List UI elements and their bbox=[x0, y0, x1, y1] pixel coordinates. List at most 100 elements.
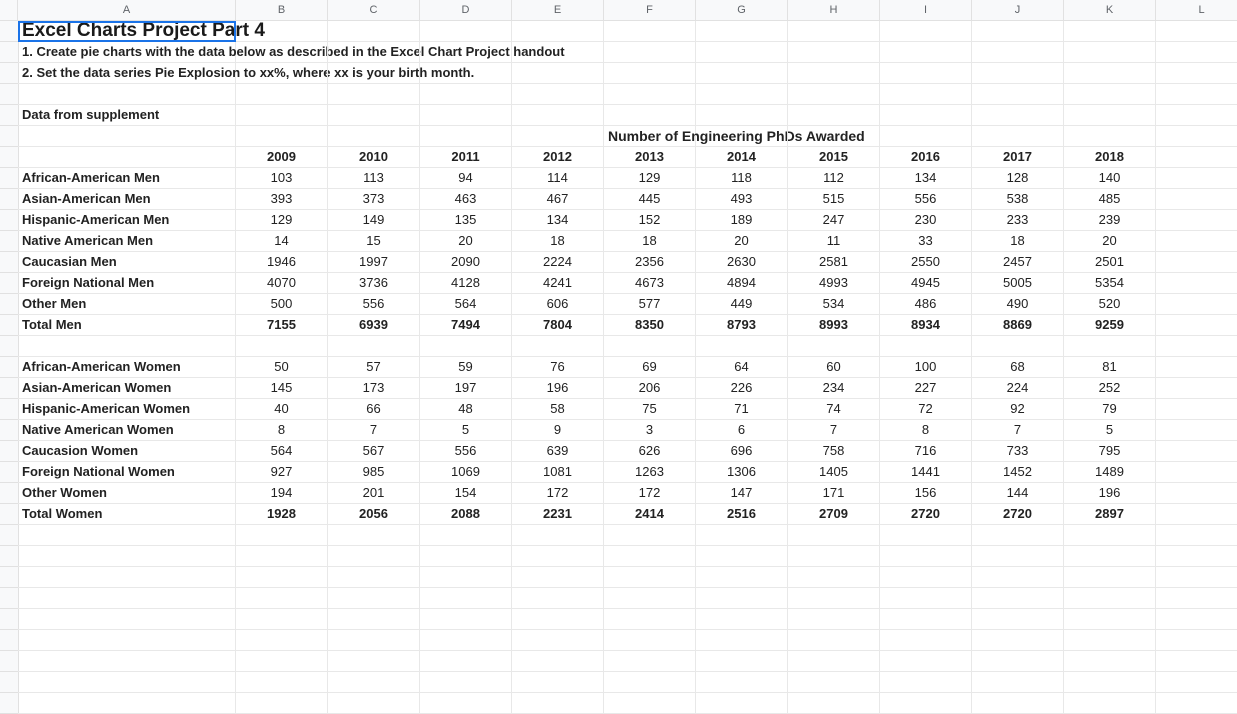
data-cell[interactable]: 7155 bbox=[236, 315, 328, 336]
cell[interactable] bbox=[1156, 525, 1237, 546]
select-all-corner[interactable] bbox=[0, 0, 18, 21]
cell[interactable] bbox=[880, 21, 972, 42]
cell[interactable] bbox=[696, 525, 788, 546]
cell[interactable] bbox=[18, 651, 236, 672]
cell[interactable] bbox=[972, 336, 1064, 357]
cell[interactable] bbox=[328, 42, 420, 63]
cell[interactable] bbox=[604, 546, 696, 567]
cell[interactable] bbox=[880, 84, 972, 105]
cell[interactable] bbox=[604, 630, 696, 651]
data-cell[interactable]: 118 bbox=[696, 168, 788, 189]
cell[interactable] bbox=[1064, 105, 1156, 126]
cell[interactable] bbox=[604, 42, 696, 63]
cell[interactable] bbox=[420, 525, 512, 546]
cell[interactable] bbox=[788, 672, 880, 693]
data-cell[interactable]: 927 bbox=[236, 462, 328, 483]
row-header[interactable] bbox=[0, 546, 19, 567]
data-cell[interactable]: 2224 bbox=[512, 252, 604, 273]
cell[interactable] bbox=[236, 672, 328, 693]
cell[interactable] bbox=[696, 21, 788, 42]
cell[interactable] bbox=[18, 147, 236, 168]
data-cell[interactable]: 140 bbox=[1064, 168, 1156, 189]
data-cell[interactable]: 5354 bbox=[1064, 273, 1156, 294]
cell[interactable] bbox=[1064, 126, 1156, 147]
data-cell[interactable]: 2720 bbox=[880, 504, 972, 525]
data-cell[interactable]: 94 bbox=[420, 168, 512, 189]
col-header-E[interactable]: E bbox=[512, 0, 604, 21]
row-label[interactable]: Asian-American Men bbox=[18, 189, 236, 210]
row-header[interactable] bbox=[0, 567, 19, 588]
data-cell[interactable]: 567 bbox=[328, 441, 420, 462]
data-cell[interactable]: 128 bbox=[972, 168, 1064, 189]
row-header[interactable] bbox=[0, 105, 19, 126]
cell[interactable] bbox=[18, 630, 236, 651]
data-cell[interactable]: 134 bbox=[880, 168, 972, 189]
data-cell[interactable]: 149 bbox=[328, 210, 420, 231]
cell[interactable] bbox=[420, 126, 512, 147]
row-label[interactable]: African-American Women bbox=[18, 357, 236, 378]
data-cell[interactable]: 5005 bbox=[972, 273, 1064, 294]
cell[interactable] bbox=[236, 336, 328, 357]
row-header[interactable] bbox=[0, 420, 19, 441]
data-cell[interactable]: 2356 bbox=[604, 252, 696, 273]
cell[interactable] bbox=[236, 525, 328, 546]
row-label[interactable]: Native American Women bbox=[18, 420, 236, 441]
data-cell[interactable]: 2550 bbox=[880, 252, 972, 273]
data-cell[interactable]: 2897 bbox=[1064, 504, 1156, 525]
data-cell[interactable]: 515 bbox=[788, 189, 880, 210]
data-cell[interactable]: 58 bbox=[512, 399, 604, 420]
data-cell[interactable]: 467 bbox=[512, 189, 604, 210]
data-cell[interactable]: 75 bbox=[604, 399, 696, 420]
data-cell[interactable]: 2720 bbox=[972, 504, 1064, 525]
data-cell[interactable]: 2056 bbox=[328, 504, 420, 525]
cell[interactable] bbox=[604, 525, 696, 546]
data-cell[interactable]: 1306 bbox=[696, 462, 788, 483]
data-cell[interactable]: 252 bbox=[1064, 378, 1156, 399]
row-label[interactable]: Hispanic-American Men bbox=[18, 210, 236, 231]
col-header-G[interactable]: G bbox=[696, 0, 788, 21]
cell[interactable] bbox=[880, 525, 972, 546]
row-label[interactable]: Caucasion Women bbox=[18, 441, 236, 462]
row-header[interactable] bbox=[0, 483, 19, 504]
cell[interactable] bbox=[696, 84, 788, 105]
cell[interactable] bbox=[788, 126, 880, 147]
data-cell[interactable]: 33 bbox=[880, 231, 972, 252]
cell[interactable] bbox=[696, 672, 788, 693]
cell[interactable] bbox=[880, 546, 972, 567]
cell[interactable] bbox=[512, 105, 604, 126]
year-header[interactable]: 2011 bbox=[420, 147, 512, 168]
data-cell[interactable]: 129 bbox=[236, 210, 328, 231]
col-header-I[interactable]: I bbox=[880, 0, 972, 21]
cell[interactable] bbox=[880, 126, 972, 147]
data-cell[interactable]: 194 bbox=[236, 483, 328, 504]
data-cell[interactable]: 172 bbox=[604, 483, 696, 504]
cell[interactable] bbox=[788, 336, 880, 357]
cell[interactable] bbox=[1156, 189, 1237, 210]
cell[interactable] bbox=[696, 63, 788, 84]
cell[interactable] bbox=[328, 21, 420, 42]
data-cell[interactable]: 114 bbox=[512, 168, 604, 189]
data-cell[interactable]: 64 bbox=[696, 357, 788, 378]
data-cell[interactable]: 7 bbox=[788, 420, 880, 441]
cell[interactable] bbox=[1156, 546, 1237, 567]
data-cell[interactable]: 985 bbox=[328, 462, 420, 483]
row-header[interactable] bbox=[0, 231, 19, 252]
year-header[interactable]: 2009 bbox=[236, 147, 328, 168]
cell[interactable] bbox=[788, 588, 880, 609]
data-cell[interactable]: 795 bbox=[1064, 441, 1156, 462]
data-cell[interactable]: 226 bbox=[696, 378, 788, 399]
data-cell[interactable]: 57 bbox=[328, 357, 420, 378]
data-cell[interactable]: 5 bbox=[420, 420, 512, 441]
year-header[interactable]: 2014 bbox=[696, 147, 788, 168]
data-cell[interactable]: 4128 bbox=[420, 273, 512, 294]
cell[interactable] bbox=[1064, 336, 1156, 357]
cell[interactable] bbox=[1156, 210, 1237, 231]
cell[interactable] bbox=[788, 525, 880, 546]
data-cell[interactable]: 556 bbox=[328, 294, 420, 315]
cell[interactable] bbox=[1156, 105, 1237, 126]
cell[interactable] bbox=[512, 63, 604, 84]
cell[interactable] bbox=[18, 126, 236, 147]
data-cell[interactable]: 1441 bbox=[880, 462, 972, 483]
cell[interactable] bbox=[1156, 630, 1237, 651]
row-header[interactable] bbox=[0, 357, 19, 378]
